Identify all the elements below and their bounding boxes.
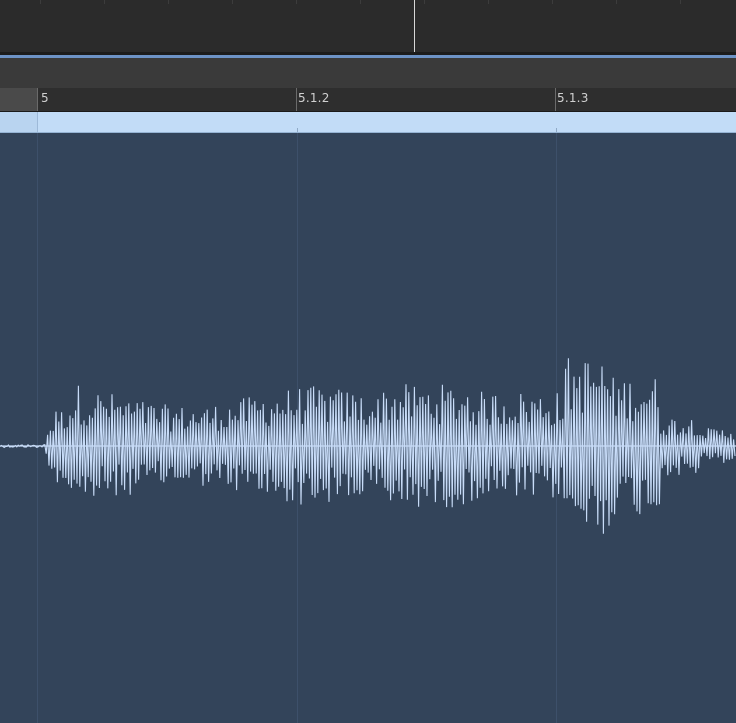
playhead-line[interactable]	[414, 0, 415, 52]
overview-tick	[232, 0, 233, 4]
overview-tick	[40, 0, 41, 4]
overview-tick	[552, 0, 553, 4]
region-tick	[556, 128, 557, 132]
ruler-label-beat-3: 5.1.3	[557, 91, 589, 105]
audio-waveform	[0, 358, 736, 534]
region-pre-roll	[0, 112, 38, 132]
region-tick	[297, 128, 298, 132]
ruler-pre-roll	[0, 88, 37, 111]
overview-tick	[296, 0, 297, 4]
audio-region-header[interactable]	[0, 112, 736, 133]
overview-tick	[616, 0, 617, 4]
timeline-ruler[interactable]: 5 5.1.2 5.1.3	[0, 88, 736, 112]
overview-tick	[360, 0, 361, 4]
ruler-beat-line	[555, 88, 556, 111]
track-header-band	[0, 58, 736, 89]
overview-tick	[168, 0, 169, 4]
overview-tick	[104, 0, 105, 4]
overview-strip[interactable]	[0, 0, 736, 52]
ruler-beat-line	[296, 88, 297, 111]
overview-tick	[488, 0, 489, 4]
overview-tick	[424, 0, 425, 4]
overview-tick	[680, 0, 681, 4]
waveform-trace	[0, 358, 736, 534]
ruler-bar-line	[37, 88, 38, 111]
ruler-label-beat-2: 5.1.2	[298, 91, 330, 105]
waveform-area[interactable]	[0, 133, 736, 723]
audio-editor: 5 5.1.2 5.1.3	[0, 0, 736, 723]
ruler-label-bar-5: 5	[41, 91, 49, 105]
